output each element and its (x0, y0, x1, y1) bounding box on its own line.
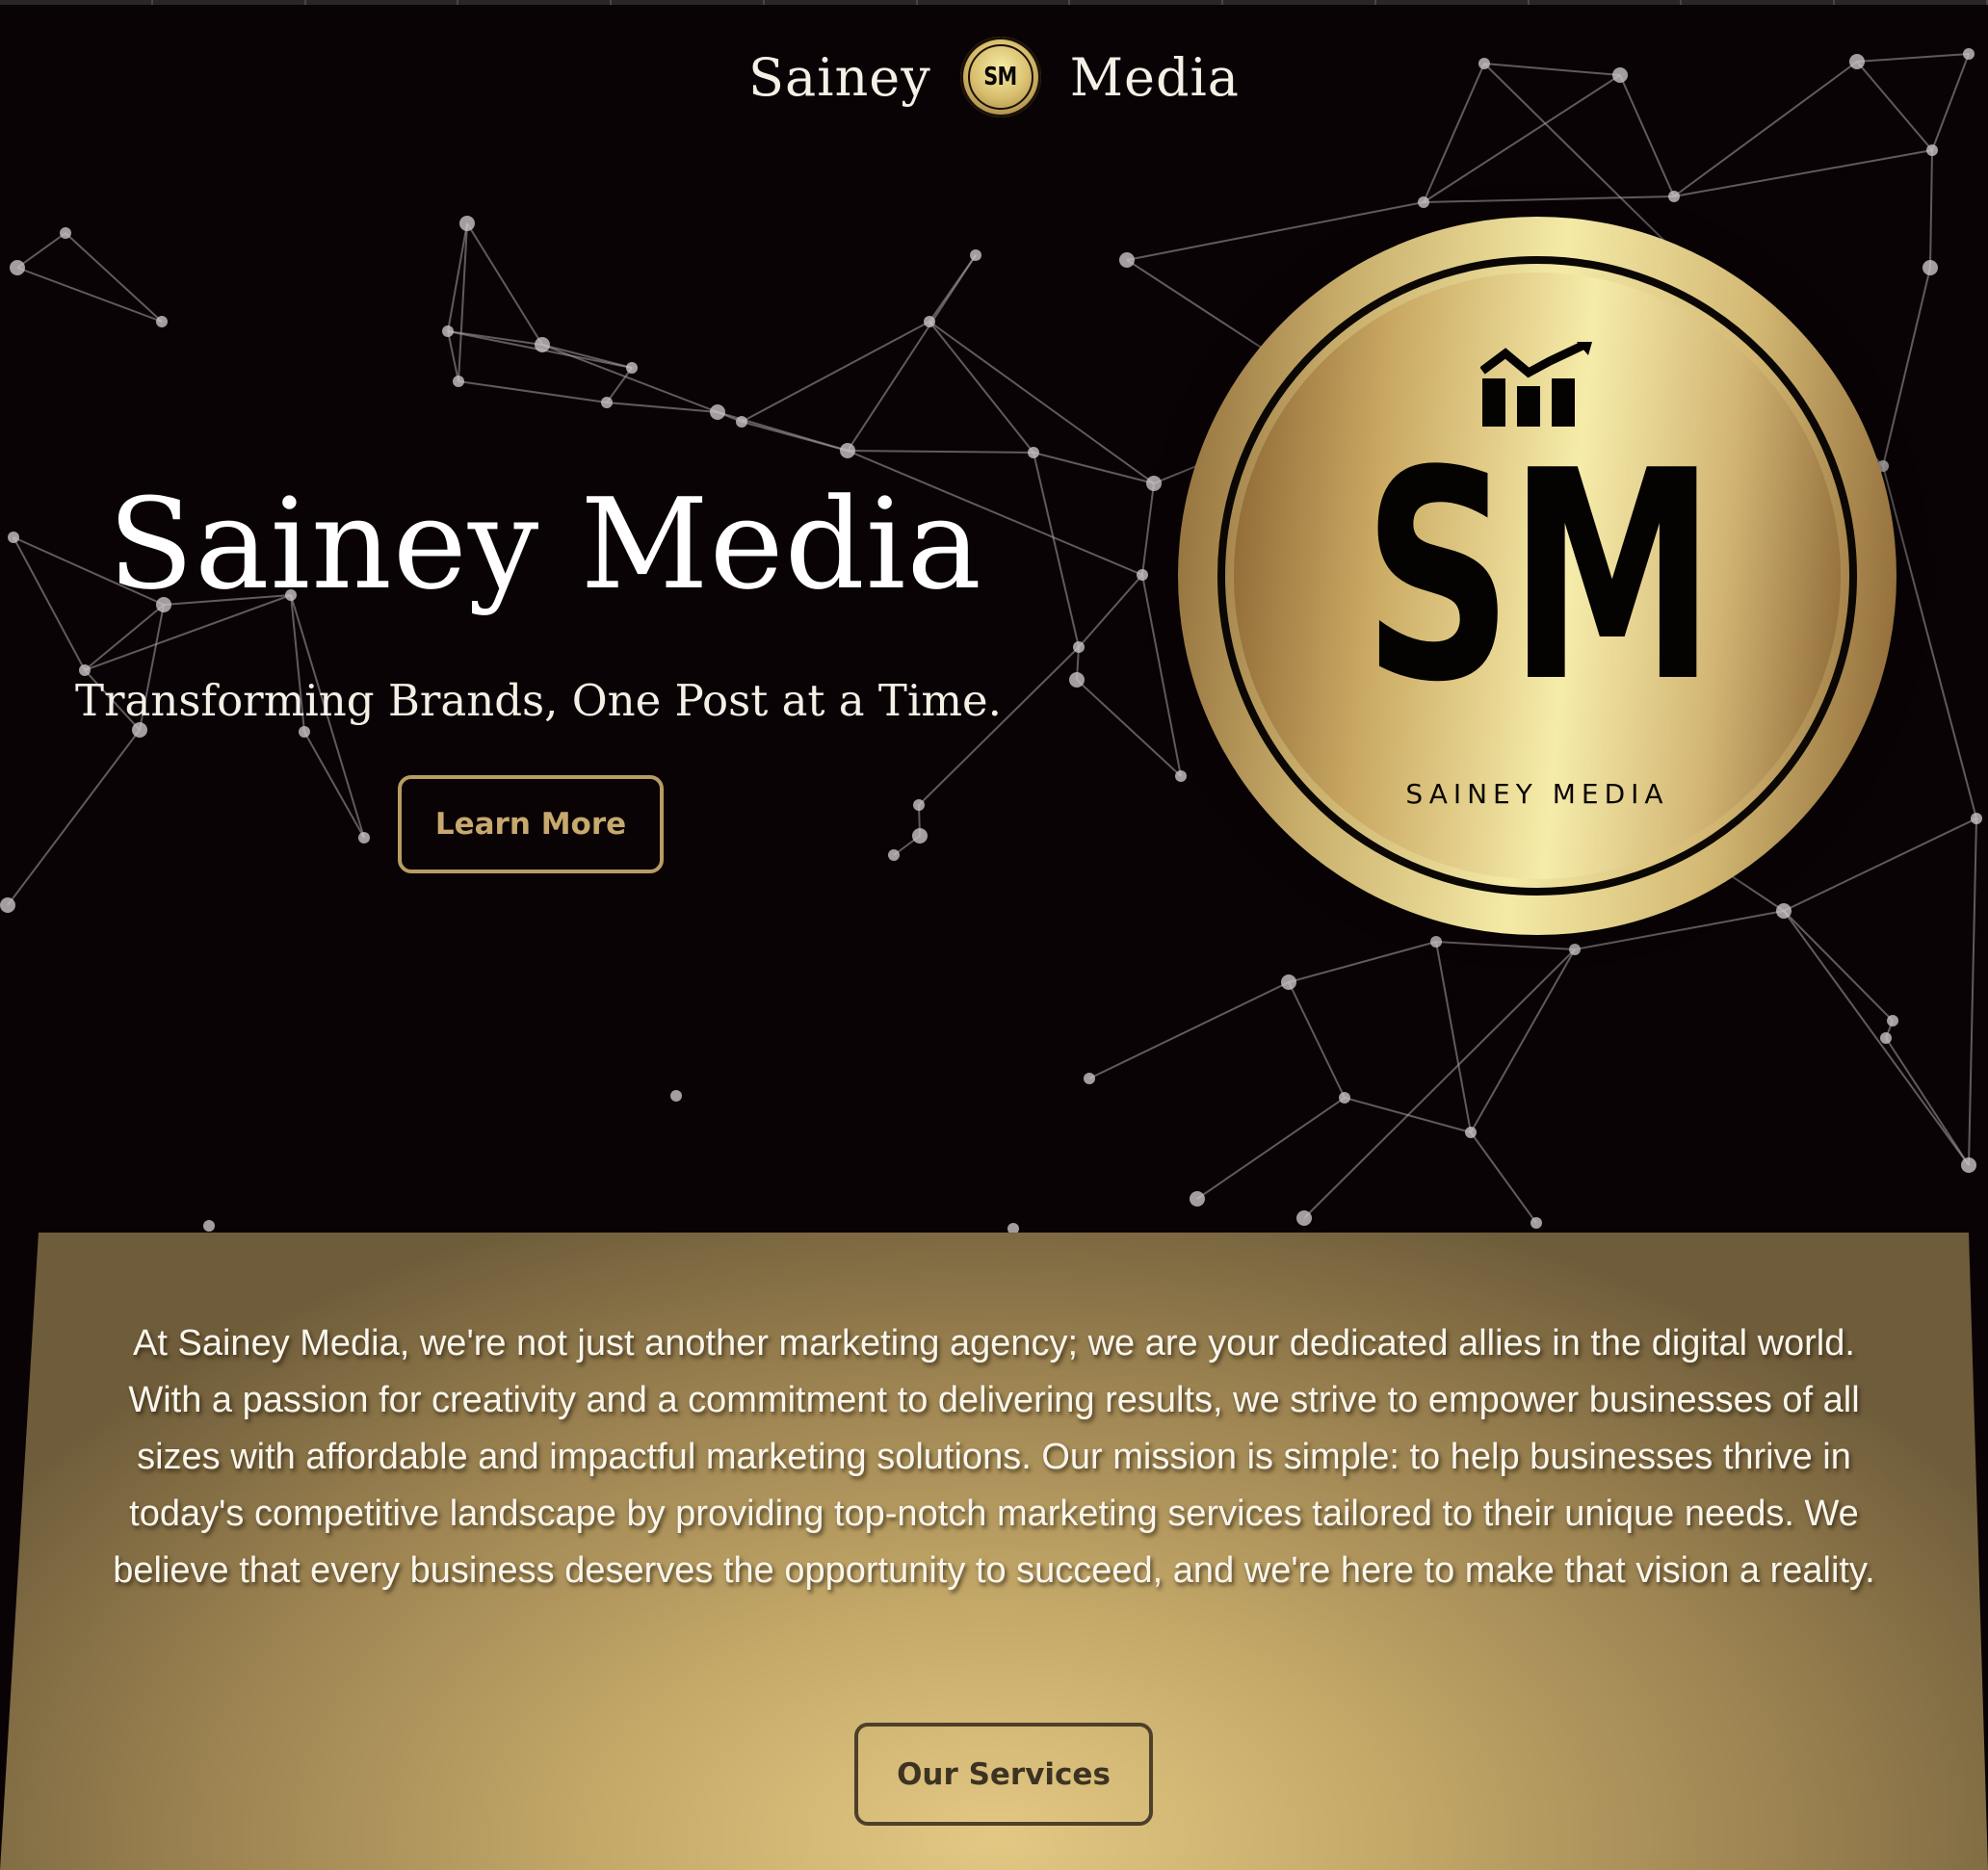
about-paragraph: At Sainey Media, we're not just another … (113, 1323, 1875, 1591)
hero-title: Sainey Media (108, 471, 982, 617)
hero-tagline: Transforming Brands, One Post at a Time. (75, 675, 1002, 726)
nav-logo-monogram: SM (983, 63, 1018, 91)
our-services-button[interactable]: Our Services (854, 1723, 1153, 1826)
learn-more-button[interactable]: Learn More (398, 775, 664, 873)
landing-page: Sainey SM Media Sainey Media Transformin… (0, 0, 1988, 1870)
nav-brand-right[interactable]: Media (1070, 47, 1240, 108)
sm-emblem-icon[interactable]: SM (959, 37, 1041, 117)
nav-brand-left[interactable]: Sainey (748, 47, 931, 108)
top-nav: Sainey SM Media (0, 37, 1988, 117)
emblem-monogram: SM (1363, 409, 1715, 745)
emblem-caption: SAINEY MEDIA (1405, 778, 1669, 810)
brand-emblem: SM SAINEY MEDIA (1178, 217, 1896, 935)
